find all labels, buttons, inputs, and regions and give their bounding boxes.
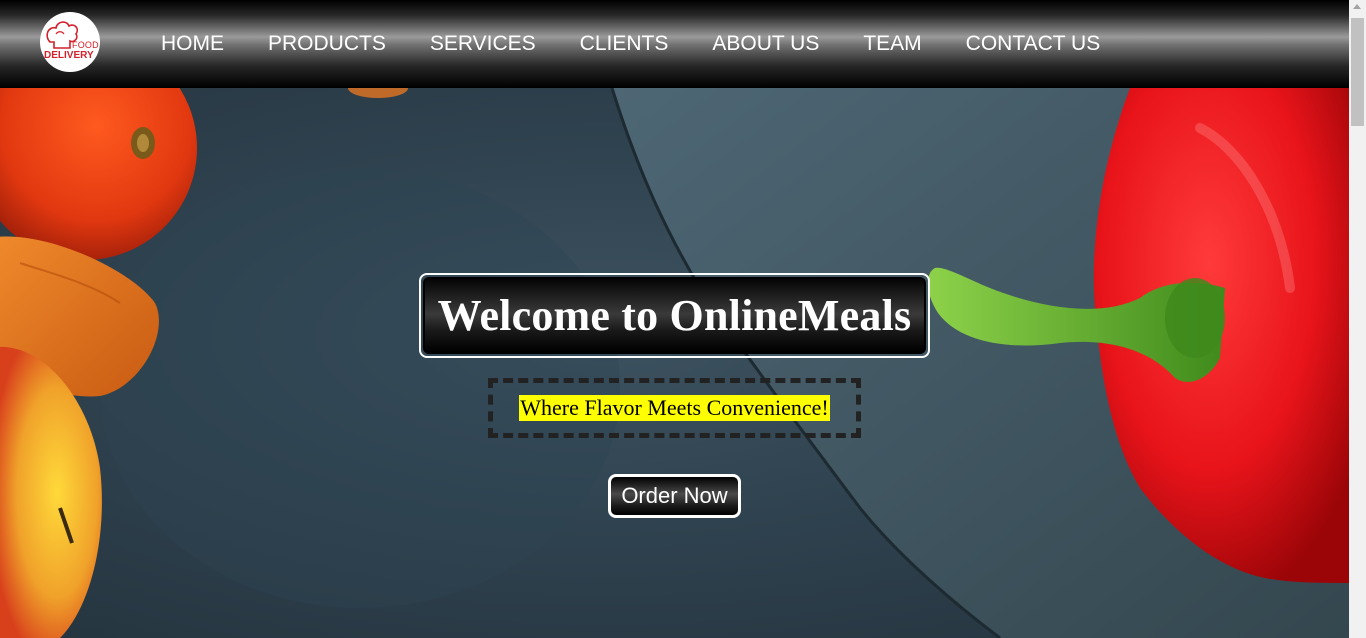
welcome-title: Welcome to OnlineMeals [437, 291, 912, 340]
logo-text-delivery: DELIVERY [44, 50, 94, 61]
nav-item-about-us[interactable]: ABOUT US [712, 30, 819, 58]
food-delivery-logo[interactable]: FOOD DELIVERY [40, 12, 100, 72]
order-now-button[interactable]: Order Now [608, 474, 741, 518]
welcome-banner: Welcome to OnlineMeals [419, 273, 930, 358]
top-navbar: FOOD DELIVERY HOME PRODUCTS SERVICES CLI… [0, 0, 1349, 88]
tagline-text: Where Flavor Meets Convenience! [519, 395, 830, 421]
scrollbar-thumb[interactable] [1351, 18, 1364, 126]
nav-item-services[interactable]: SERVICES [430, 30, 536, 58]
nav-item-clients[interactable]: CLIENTS [580, 30, 669, 58]
vertical-scrollbar[interactable] [1349, 0, 1366, 638]
page: FOOD DELIVERY HOME PRODUCTS SERVICES CLI… [0, 0, 1366, 638]
nav-item-products[interactable]: PRODUCTS [268, 30, 386, 58]
hero-section [0, 88, 1349, 638]
nav-item-contact-us[interactable]: CONTACT US [966, 30, 1101, 58]
scroll-up-arrow-icon[interactable] [1353, 4, 1361, 9]
logo-text-food: FOOD [72, 40, 99, 50]
tagline-frame: Where Flavor Meets Convenience! [488, 378, 861, 438]
nav-menu: HOME PRODUCTS SERVICES CLIENTS ABOUT US … [161, 30, 1144, 58]
nav-item-team[interactable]: TEAM [863, 30, 921, 58]
nav-item-home[interactable]: HOME [161, 30, 224, 58]
welcome-banner-inner: Welcome to OnlineMeals [423, 277, 926, 354]
hero-background-image [0, 88, 1349, 638]
